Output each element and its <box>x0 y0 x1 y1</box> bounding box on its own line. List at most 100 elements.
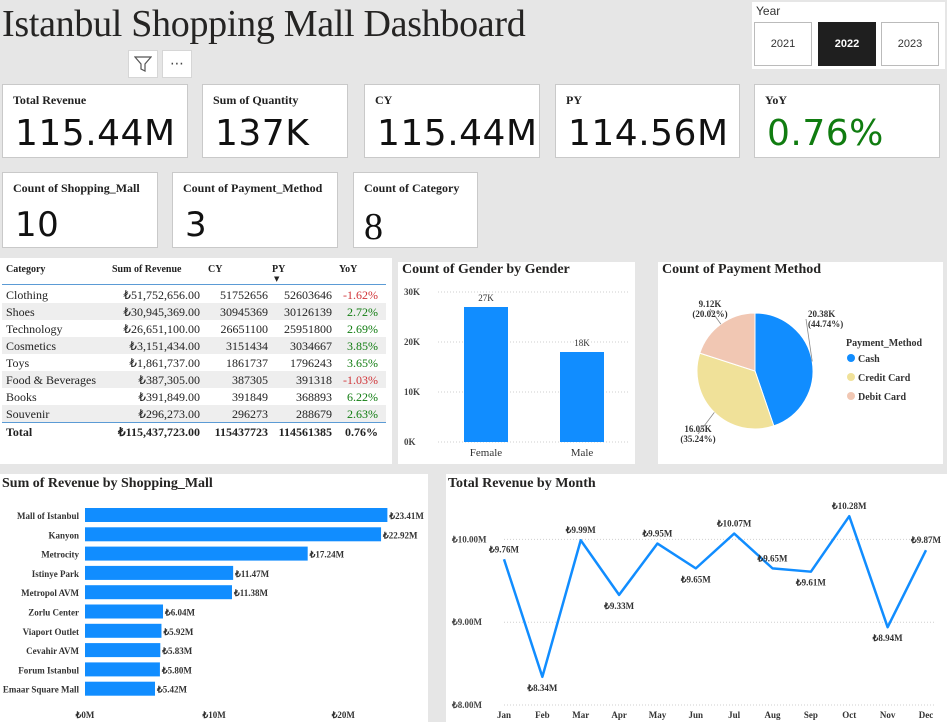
cell-cy: 296273 <box>232 407 268 421</box>
x-tick-label: Oct <box>842 710 856 720</box>
kpi-label: Count of Category <box>364 181 460 195</box>
table-row[interactable]: Clothing ₺51,752,656.00 51752656 52603646 -1… <box>2 286 386 303</box>
cell-cy: 391849 <box>232 390 268 404</box>
data-label: ₺5.92M <box>162 627 193 637</box>
x-tick-label: ₺10M <box>202 710 227 720</box>
table-row[interactable]: Toys ₺1,861,737.00 1861737 1796243 3.65% <box>2 354 386 371</box>
kpi-value: 115.44M <box>377 113 538 154</box>
x-tick-label: Apr <box>611 710 627 720</box>
cell-revenue: ₺26,651,100.00 <box>123 322 200 336</box>
kpi-label: YoY <box>765 93 788 107</box>
data-label: ₺6.04M <box>164 608 195 618</box>
data-label: ₺8.94M <box>872 633 903 643</box>
more-options-icon[interactable]: ⋯ <box>162 50 192 78</box>
table-row[interactable]: Technology ₺26,651,100.00 26651100 25951800… <box>2 320 386 337</box>
slice-pct-label: (20.02%) <box>692 309 727 319</box>
kpi-py: PY 114.56M <box>555 84 740 158</box>
legend-title: Payment_Method <box>846 338 923 349</box>
y-tick-label: Istinye Park <box>32 569 79 579</box>
x-tick-label: May <box>649 710 667 720</box>
data-label: ₺5.83M <box>161 646 192 656</box>
cell-revenue: ₺1,861,737.00 <box>129 356 200 370</box>
kpi-value: 115.44M <box>15 113 176 154</box>
cell-cy: 51752656 <box>220 288 268 302</box>
bar <box>85 508 388 522</box>
data-label: ₺9.65M <box>757 553 788 563</box>
cell-revenue: ₺296,273.00 <box>138 407 200 421</box>
cell-py: 1796243 <box>290 356 332 370</box>
table-header-yoy[interactable]: YoY <box>339 264 357 275</box>
data-label: ₺8.34M <box>526 683 557 693</box>
kpi-label: Count of Shopping_Mall <box>13 181 140 195</box>
slice-value-label: 16.05K <box>684 424 711 434</box>
y-tick-label: Cevahir AVM <box>26 646 79 656</box>
gender-chart-card: Count of Gender by Gender 0K 10K 20K 30K 27K… <box>398 262 635 464</box>
kpi-total-revenue: Total Revenue 115.44M <box>2 84 188 158</box>
bar <box>85 527 382 542</box>
cell-category: Cosmetics <box>6 339 56 353</box>
y-tick-label: 20K <box>404 337 420 347</box>
table-row[interactable]: Souvenir ₺296,273.00 296273 288679 2.63% <box>2 405 386 422</box>
monthly-revenue-card: Total Revenue by Month ₺8.00M ₺9.00M ₺10.0… <box>446 474 947 722</box>
year-slicer: Year 2021 2022 2023 <box>752 2 945 69</box>
cell-py: 52603646 <box>284 288 332 302</box>
slice-value-label: 20.38K <box>808 309 835 319</box>
kpi-value: 3 <box>185 205 208 245</box>
legend-marker <box>847 392 855 400</box>
cell-revenue: ₺30,945,369.00 <box>123 305 200 319</box>
x-tick-label: Mar <box>572 710 589 720</box>
filter-icon[interactable] <box>128 50 158 78</box>
y-tick-label: Viaport Outlet <box>23 627 79 637</box>
data-label: ₺9.76M <box>488 544 519 554</box>
data-label: ₺9.87M <box>910 535 941 545</box>
x-tick-label: ₺0M <box>75 710 95 720</box>
kpi-count-shopping-mall: Count of Shopping_Mall 10 <box>2 172 158 248</box>
kpi-label: PY <box>566 93 582 107</box>
kpi-label: Count of Payment_Method <box>183 181 323 195</box>
cell-py: 288679 <box>296 407 332 421</box>
table-header-cy[interactable]: CY <box>208 264 222 275</box>
bar <box>85 681 156 696</box>
cell-py: 3034667 <box>290 339 332 353</box>
table-row[interactable]: Shoes ₺30,945,369.00 30945369 30126139 2.72% <box>2 303 386 320</box>
table-row[interactable]: Food & Beverages ₺387,305.00 387305 391318-… <box>2 371 386 388</box>
kpi-value: 137K <box>215 113 310 154</box>
cell-category: Technology <box>6 322 63 336</box>
y-tick-label: Forum Istanbul <box>18 665 79 675</box>
total-label: Total <box>6 425 33 439</box>
data-label: ₺9.95M <box>641 529 672 539</box>
kpi-sum-quantity: Sum of Quantity 137K <box>202 84 348 158</box>
table-header-revenue[interactable]: Sum of Revenue <box>112 264 181 275</box>
x-tick-label: ₺20M <box>331 710 356 720</box>
legend-marker <box>847 373 855 381</box>
cell-category: Souvenir <box>6 407 50 421</box>
cell-cy: 387305 <box>232 373 268 387</box>
kpi-label: CY <box>375 93 393 107</box>
y-tick-label: ₺8.00M <box>451 700 482 710</box>
data-label: ₺11.38M <box>233 588 268 598</box>
cell-cy: 26651100 <box>220 322 268 336</box>
table-row[interactable]: Books ₺391,849.00 391849 368893 6.22% <box>2 388 386 405</box>
y-tick-label: Emaar Square Mall <box>3 685 80 695</box>
table-header-py[interactable]: PY <box>272 264 285 275</box>
kpi-cy: CY 115.44M <box>364 84 540 158</box>
cell-category: Toys <box>6 356 30 370</box>
cell-yoy: -1.03% <box>343 373 378 387</box>
cell-yoy: 3.65% <box>347 356 378 370</box>
cell-revenue: ₺387,305.00 <box>138 373 200 387</box>
data-label: ₺10.28M <box>831 501 867 511</box>
total-py: 114561385 <box>278 425 332 439</box>
data-label: ₺22.92M <box>382 530 418 540</box>
legend-item: Debit Card <box>858 392 906 403</box>
year-option-2022[interactable]: 2022 <box>818 22 876 66</box>
x-tick-label: Dec <box>919 710 934 720</box>
mall-revenue-bar-chart: Mall of Istanbul ₺23.41M Kanyon ₺22.92M Metr… <box>3 508 424 720</box>
year-option-2023[interactable]: 2023 <box>881 22 939 66</box>
sort-desc-icon[interactable]: ▼ <box>274 275 279 283</box>
data-label: ₺5.42M <box>156 685 187 695</box>
slice-pct-label: (44.74%) <box>808 319 843 329</box>
table-header-category[interactable]: Category <box>6 264 45 275</box>
cell-category: Food & Beverages <box>6 373 96 387</box>
year-option-2021[interactable]: 2021 <box>754 22 812 66</box>
table-row[interactable]: Cosmetics ₺3,151,434.00 3151434 3034667 3.85… <box>2 337 386 354</box>
